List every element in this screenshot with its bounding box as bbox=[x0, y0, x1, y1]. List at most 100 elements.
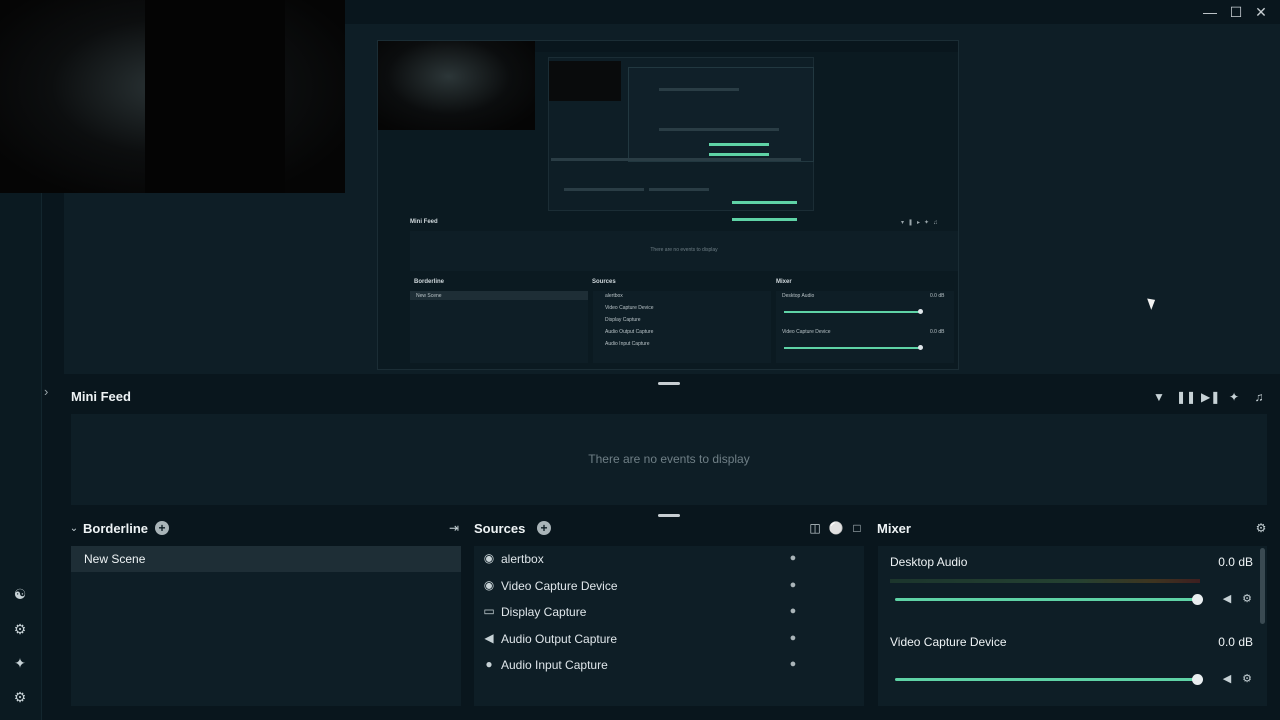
maximize-icon[interactable]: ☐ bbox=[1224, 2, 1248, 22]
source-item-audio-output[interactable]: ◀ Audio Output Capture ● bbox=[474, 626, 864, 652]
gear-icon[interactable]: ⚙ bbox=[1253, 520, 1269, 536]
volume-slider[interactable] bbox=[895, 678, 1198, 681]
globe-icon: ◉ bbox=[483, 551, 495, 565]
nested-scene-item: New Scene bbox=[416, 293, 442, 299]
mixer-title: Mixer bbox=[877, 521, 911, 536]
source-item-video-capture[interactable]: ◉ Video Capture Device ● bbox=[474, 573, 864, 599]
mini-feed-empty-text: There are no events to display bbox=[588, 452, 750, 466]
nested-webcam bbox=[378, 41, 535, 130]
mute-alerts-icon[interactable]: ✦ bbox=[1226, 389, 1242, 405]
nested-mixer-box: Desktop Audio 0.0 dB Video Capture Devic… bbox=[776, 291, 954, 363]
mini-feed-controls: ▼ ❚❚ ▶❚ ✦ ♫ bbox=[1150, 389, 1270, 405]
volume-meter bbox=[890, 579, 1200, 583]
nested-mini-feed-icons: ▾❚▸✦♫ bbox=[901, 220, 942, 226]
nested-knob-1 bbox=[918, 345, 923, 350]
themes-icon[interactable]: ☯ bbox=[10, 584, 30, 604]
nested-sources-title: Sources bbox=[592, 279, 616, 285]
lock-icon[interactable]: ● bbox=[786, 631, 800, 645]
lock-icon[interactable]: ● bbox=[786, 578, 800, 592]
app-store-icon[interactable]: ⚙ bbox=[10, 619, 30, 639]
gear-icon[interactable]: ⚙ bbox=[1240, 672, 1254, 686]
nested-slider-0 bbox=[784, 311, 920, 313]
nested-mini-feed-title: Mini Feed bbox=[410, 219, 438, 225]
nested-title-bar bbox=[535, 41, 958, 52]
source-item-display-capture[interactable]: ▭ Display Capture ● bbox=[474, 599, 864, 625]
webcam-feed bbox=[0, 0, 345, 193]
mixer-channel-db: 0.0 dB bbox=[1218, 635, 1253, 649]
speaker-icon[interactable]: ◀ bbox=[1220, 592, 1234, 606]
streamlabs-window: — ☐ ✕ ☯ ⚙ ✦ ⚙ Mini Feed ▾❚▸✦♫ There are … bbox=[0, 0, 1280, 720]
volume-slider[interactable] bbox=[895, 598, 1198, 601]
chevron-down-icon[interactable]: ⌄ bbox=[68, 521, 80, 537]
nested-slider-1 bbox=[784, 347, 920, 349]
nested-sources-box: alertbox Video Capture Device Display Ca… bbox=[593, 291, 771, 363]
volume-slider-knob[interactable] bbox=[1192, 594, 1203, 605]
source-label: Audio Output Capture bbox=[501, 632, 618, 646]
nested-empty-text: There are no events to display bbox=[650, 247, 718, 253]
pause-icon[interactable]: ❚❚ bbox=[1176, 389, 1196, 405]
nested-mixer-name-0: Desktop Audio bbox=[782, 293, 815, 299]
gear-icon[interactable]: ⚙ bbox=[1240, 592, 1254, 606]
close-icon[interactable]: ✕ bbox=[1249, 2, 1273, 22]
selective-recording-icon[interactable]: ◫ bbox=[807, 520, 823, 536]
speaker-icon[interactable]: ◀ bbox=[1220, 672, 1234, 686]
resize-handle-top[interactable] bbox=[658, 382, 680, 385]
nested-scenes-title: Borderline bbox=[414, 279, 445, 285]
preview-display-capture: Mini Feed ▾❚▸✦♫ There are no events to d… bbox=[377, 40, 959, 370]
nested-mixer-db-0: 0.0 dB bbox=[930, 293, 945, 299]
nested-preview bbox=[548, 57, 814, 221]
speaker-icon: ◀ bbox=[484, 631, 494, 645]
lock-icon[interactable]: ● bbox=[786, 551, 800, 565]
scene-transitions-icon[interactable]: ⇥ bbox=[446, 520, 462, 536]
mixer-panel: Desktop Audio 0.0 dB ◀ ⚙ Video Capture D… bbox=[878, 546, 1267, 706]
settings-icon[interactable]: ⚙ bbox=[10, 687, 30, 707]
nested-preview-deeper bbox=[628, 67, 814, 162]
minimize-icon[interactable]: — bbox=[1198, 2, 1222, 22]
scene-item-new-scene[interactable]: New Scene bbox=[71, 546, 461, 572]
mixer-channel-name: Video Capture Device bbox=[890, 635, 1007, 649]
nested-mixer-db-1: 0.0 dB bbox=[930, 329, 945, 335]
highlighter-icon[interactable]: ✦ bbox=[10, 653, 30, 673]
source-label: Video Capture Device bbox=[501, 579, 618, 593]
nested-scenes-box: New Scene bbox=[410, 291, 588, 363]
nested-source-1: Video Capture Device bbox=[605, 305, 654, 311]
source-label: Display Capture bbox=[501, 605, 587, 619]
source-label: alertbox bbox=[501, 552, 544, 566]
add-source-icon[interactable]: + bbox=[537, 521, 551, 535]
filter-icon[interactable]: ▼ bbox=[1151, 389, 1167, 405]
add-scene-icon[interactable]: + bbox=[155, 521, 169, 535]
nested-source-3: Audio Output Capture bbox=[605, 329, 654, 335]
skip-icon[interactable]: ▶❚ bbox=[1201, 389, 1220, 405]
webcam-icon: ◉ bbox=[483, 578, 495, 592]
volume-icon[interactable]: ♫ bbox=[1251, 389, 1267, 405]
nested-mixer-title: Mixer bbox=[776, 279, 792, 285]
source-label: Audio Input Capture bbox=[501, 658, 608, 672]
nested-source-4: Audio Input Capture bbox=[605, 341, 650, 347]
resize-handle-bottom[interactable] bbox=[658, 514, 680, 517]
mini-feed-title: Mini Feed bbox=[71, 389, 131, 404]
mixer-channel-db: 0.0 dB bbox=[1218, 555, 1253, 569]
remove-source-icon[interactable]: ⚪ bbox=[828, 520, 844, 536]
mini-feed-box: There are no events to display bbox=[71, 414, 1267, 505]
source-item-alertbox[interactable]: ◉ alertbox ● bbox=[474, 546, 864, 572]
nested-webcam-small bbox=[549, 61, 621, 101]
microphone-icon: ● bbox=[485, 657, 493, 671]
scenes-title[interactable]: Borderline bbox=[83, 521, 148, 536]
mixer-scrollbar[interactable] bbox=[1260, 548, 1265, 624]
mixer-channel-name: Desktop Audio bbox=[890, 555, 968, 569]
scenes-list: New Scene bbox=[71, 546, 461, 706]
nested-source-0: alertbox bbox=[605, 293, 623, 299]
volume-slider-knob[interactable] bbox=[1192, 674, 1203, 685]
nested-source-2: Display Capture bbox=[605, 317, 641, 323]
add-folder-icon[interactable]: □ bbox=[849, 520, 865, 536]
chevron-right-icon[interactable]: › bbox=[44, 384, 56, 400]
source-item-audio-input[interactable]: ● Audio Input Capture ● bbox=[474, 652, 864, 678]
scene-label: New Scene bbox=[84, 552, 146, 566]
nested-mixer-name-1: Video Capture Device bbox=[782, 329, 831, 335]
nested-mini-feed-box: There are no events to display bbox=[410, 231, 958, 271]
sources-title: Sources bbox=[474, 521, 526, 536]
lock-icon[interactable]: ● bbox=[786, 604, 800, 618]
nested-knob-0 bbox=[918, 309, 923, 314]
lock-icon[interactable]: ● bbox=[786, 657, 800, 671]
sources-list: ◉ alertbox ● ◉ Video Capture Device ● ▭ … bbox=[474, 546, 864, 706]
